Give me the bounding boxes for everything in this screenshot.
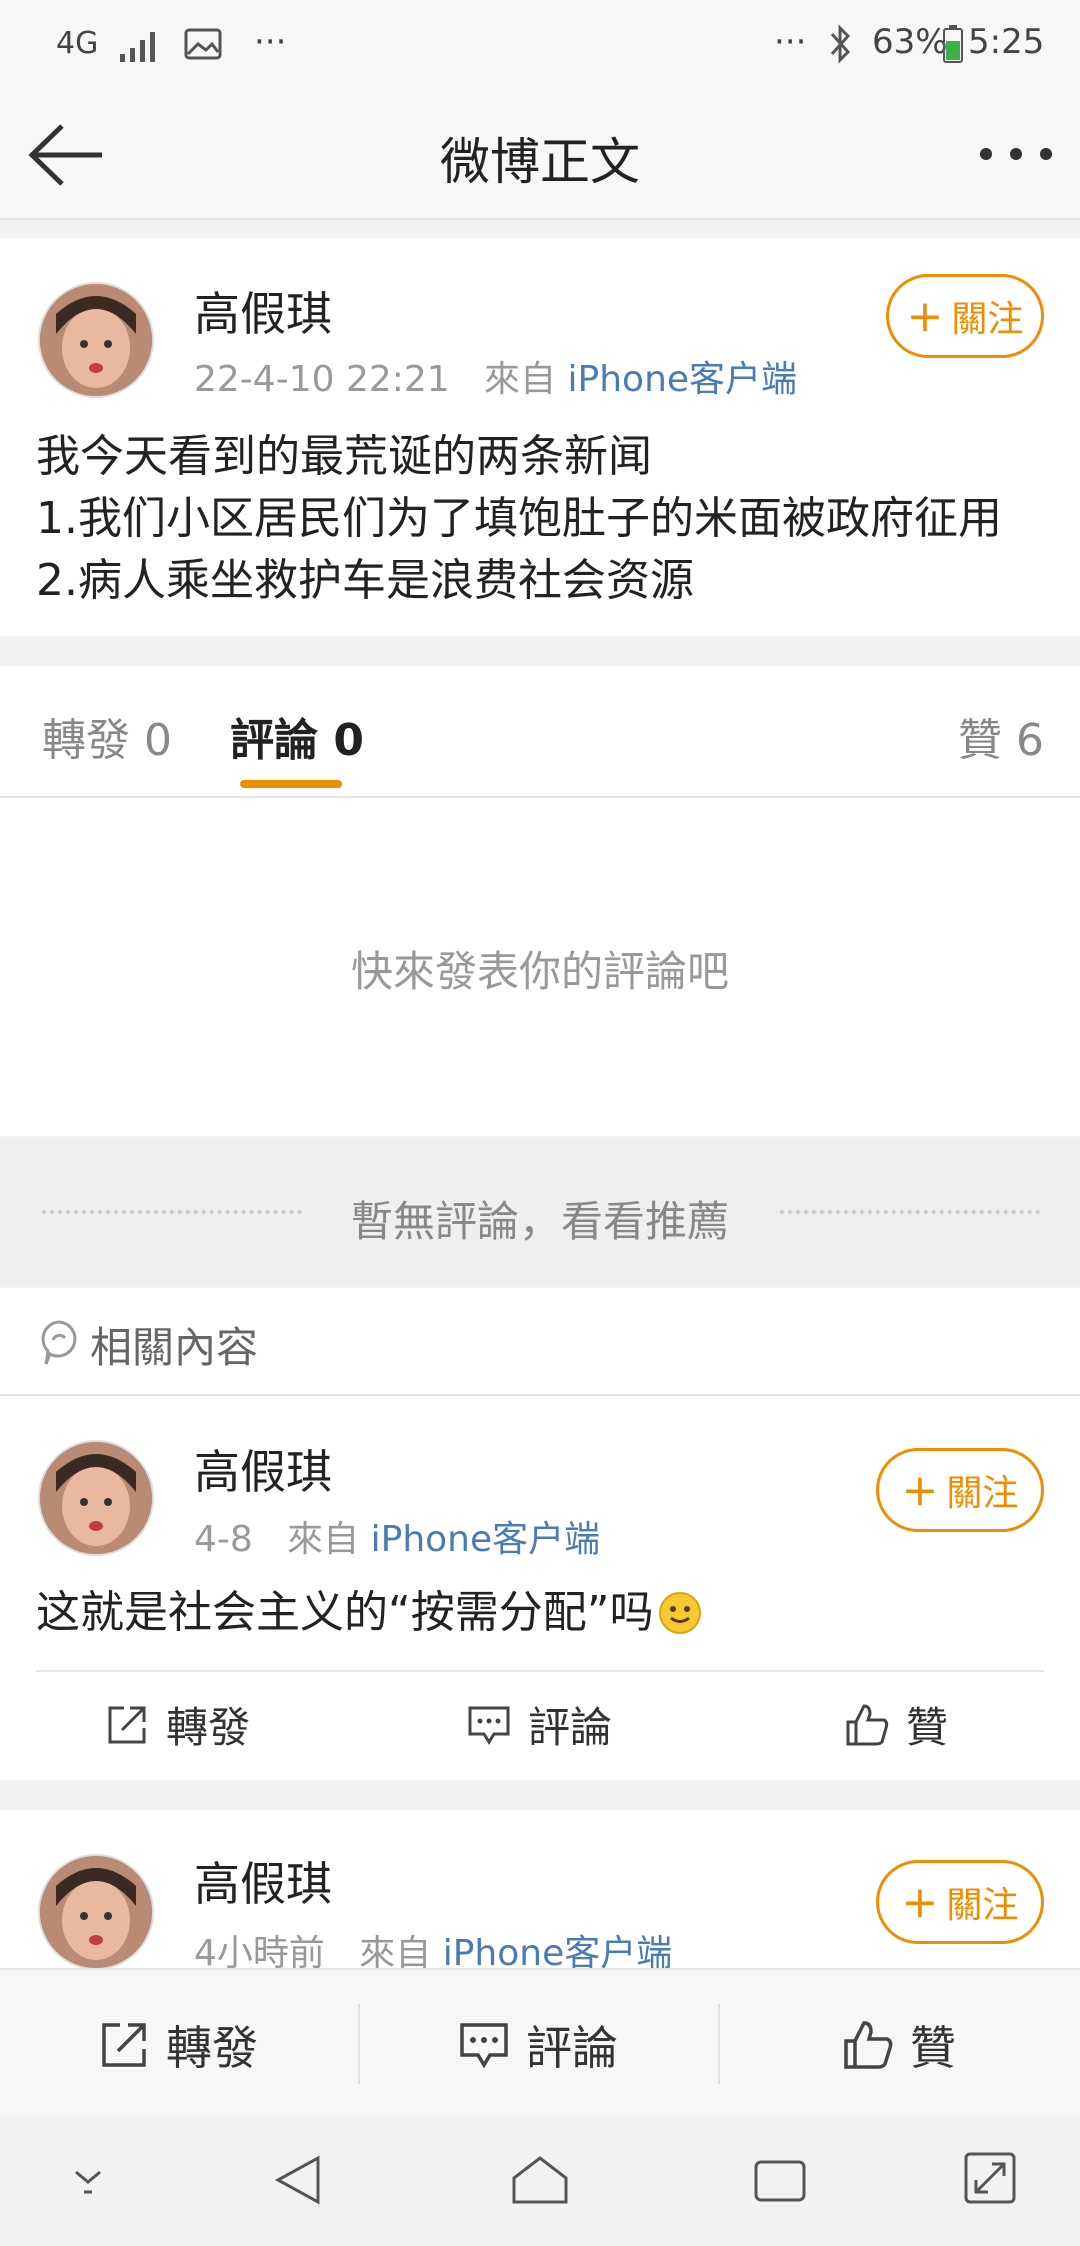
bottom-comment-button[interactable]: 評論	[458, 2012, 618, 2078]
bottom-repost-button[interactable]: 轉發	[98, 2012, 258, 2078]
tabs-divider	[0, 796, 1080, 798]
expand-screen-icon[interactable]	[962, 2150, 1018, 2206]
battery-icon	[943, 25, 963, 63]
post-divider	[36, 1670, 1044, 1672]
post-body: 我今天看到的最荒诞的两条新闻 1.我们小区居民们为了填饱肚子的米面被政府征用 2…	[36, 426, 1056, 612]
back-nav-icon[interactable]	[272, 2152, 328, 2208]
post-line: 2.病人乘坐救护车是浪费社会资源	[36, 555, 694, 606]
bar-separator	[358, 2004, 360, 2084]
more-status: ···	[774, 22, 807, 62]
post-text: 这就是社会主义的“按需分配”吗	[36, 1587, 654, 1638]
post-time: 22-4-10 22:21	[194, 359, 450, 400]
empty-comment-text: 快來發表你的評論吧	[350, 947, 729, 996]
related-label: 相關內容	[90, 1323, 259, 1372]
post-body: 这就是社会主义的“按需分配”吗	[36, 1582, 702, 1644]
status-bar: 4G ··· ··· 63% 5:25	[0, 0, 1080, 92]
like-label: 贊	[910, 2021, 956, 2075]
post-meta: 22-4-10 22:21 來自 iPhone客户端	[194, 350, 797, 402]
smile-emoji-icon	[658, 1592, 701, 1634]
post-line: 我今天看到的最荒诞的两条新闻	[36, 431, 652, 482]
related-post-card[interactable]: 高假琪 4-8 來自 iPhone客户端 + 關注 这就是社会主义的“按需分配”…	[0, 1396, 1080, 1780]
thumbs-up-icon	[846, 1703, 889, 1745]
more-notifications: ···	[254, 22, 287, 62]
thumbs-up-icon	[844, 2021, 893, 2069]
like-button[interactable]: 贊	[844, 1694, 948, 1755]
tab-like[interactable]: 贊 6	[958, 704, 1044, 768]
tab-active-indicator	[240, 780, 342, 788]
recommend-text: 暫無評論，看看推薦	[350, 1197, 729, 1246]
bottom-like-button[interactable]: 贊	[842, 2012, 956, 2078]
related-bubble-icon	[41, 1320, 77, 1365]
system-nav-bar	[0, 2116, 1080, 2246]
more-options-icon[interactable]	[976, 146, 1056, 162]
from-label: 來自	[287, 1519, 360, 1560]
comment-label: 評論	[528, 1703, 613, 1752]
bar-separator	[718, 2004, 720, 2084]
repost-icon	[102, 2023, 146, 2067]
comment-label: 評論	[526, 2021, 618, 2075]
related-header: 相關內容	[0, 1288, 1080, 1396]
post-time: 4-8	[194, 1519, 253, 1560]
signal-icon	[120, 32, 155, 62]
post-source[interactable]: iPhone客户端	[443, 1933, 673, 1970]
comment-icon	[460, 2023, 508, 2069]
page-title: 微博正文	[440, 133, 640, 191]
follow-button[interactable]: + 關注	[876, 1860, 1044, 1944]
plus-icon: +	[901, 1876, 939, 1928]
follow-label: 關注	[951, 299, 1024, 340]
follow-label: 關注	[946, 1885, 1019, 1926]
battery-percent: 63%	[872, 22, 948, 62]
avatar-face-icon	[40, 284, 152, 396]
related-post-card[interactable]: 高假琪 4小時前 來自 iPhone客户端 + 關注	[0, 1810, 1080, 1970]
bottom-action-bar: 轉發 評論 贊	[0, 1968, 1080, 2118]
post-card: 高假琪 22-4-10 22:21 來自 iPhone客户端 + 關注 我今天看…	[0, 238, 1080, 636]
comments-section: 轉發 0 評論 0 贊 6 快來發表你的評論吧	[0, 666, 1080, 1136]
author-name[interactable]: 高假琪	[194, 278, 332, 344]
from-label: 來自	[484, 359, 557, 400]
post-meta: 4小時前 來自 iPhone客户端	[194, 1924, 672, 1970]
post-source[interactable]: iPhone客户端	[371, 1519, 601, 1560]
follow-button[interactable]: + 關注	[876, 1448, 1044, 1532]
from-label: 來自	[359, 1933, 432, 1970]
like-label: 贊	[906, 1703, 949, 1752]
avatar-face-icon	[40, 1856, 152, 1968]
hide-keyboard-icon[interactable]	[64, 2158, 112, 2198]
comment-button[interactable]: 評論	[466, 1694, 612, 1755]
follow-button[interactable]: + 關注	[886, 274, 1044, 358]
bluetooth-icon	[830, 24, 851, 64]
post-line: 1.我们小区居民们为了填饱肚子的米面被政府征用	[36, 493, 1002, 544]
author-avatar[interactable]	[38, 1440, 154, 1556]
author-name[interactable]: 高假琪	[194, 1436, 332, 1502]
comment-icon	[468, 1706, 510, 1745]
repost-icon	[108, 1706, 146, 1743]
home-nav-icon[interactable]	[508, 2152, 572, 2208]
no-comment-banner: 暫無評論，看看推薦	[0, 1138, 1080, 1286]
tab-repost[interactable]: 轉發 0	[42, 704, 172, 768]
post-time: 4小時前	[194, 1933, 325, 1970]
author-avatar[interactable]	[38, 282, 154, 398]
author-avatar[interactable]	[38, 1854, 154, 1970]
post-source[interactable]: iPhone客户端	[568, 359, 798, 400]
image-icon	[184, 28, 222, 60]
plus-icon: +	[901, 1464, 939, 1516]
dotted-divider-right	[780, 1210, 1040, 1214]
network-indicator: 4G	[56, 26, 99, 61]
nav-bar: 微博正文	[0, 92, 1080, 220]
author-name[interactable]: 高假琪	[194, 1848, 332, 1914]
follow-label: 關注	[946, 1473, 1019, 1514]
repost-button[interactable]: 轉發	[104, 1694, 250, 1755]
plus-icon: +	[906, 290, 944, 342]
tab-comment[interactable]: 評論 0	[230, 704, 364, 768]
post-meta: 4-8 來自 iPhone客户端	[194, 1510, 600, 1562]
repost-label: 轉發	[166, 1703, 251, 1752]
repost-label: 轉發	[166, 2021, 258, 2075]
recents-nav-icon[interactable]	[752, 2158, 808, 2204]
avatar-face-icon	[40, 1442, 152, 1554]
clock: 5:25	[968, 22, 1045, 62]
